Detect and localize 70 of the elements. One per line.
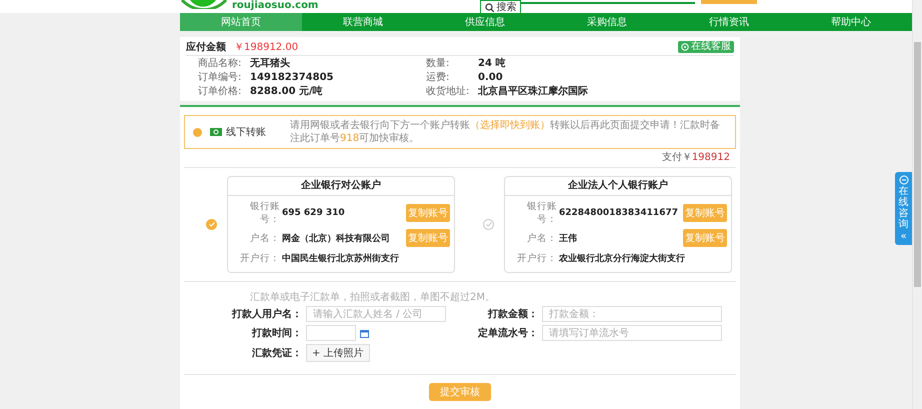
account-value: 王伟 [559,232,578,244]
date-field[interactable] [306,325,356,341]
account-value: 中国民生银行北京苏州街支行 [282,252,400,265]
chat-icon [681,43,689,51]
account-value: 6228480018383411677 [559,208,679,218]
account-value: 695 629 310 [282,208,346,218]
check-icon [484,221,492,228]
copy-button[interactable]: 复制账号 [406,204,450,222]
nav-item[interactable]: 行情资讯 [668,13,790,31]
account-title: 企业银行对公账户 [228,177,454,196]
nav-item[interactable]: 帮助中心 [790,13,912,31]
field-label: 商品名称: [198,57,242,70]
form-label: 打款时间： [250,326,302,340]
account-label: 户名： [249,232,280,244]
radio-checked[interactable] [206,219,217,230]
transfer-icon [210,128,222,136]
amount-label: 应付金额 [186,40,226,54]
online-service-button[interactable]: 在线客服 [678,41,734,53]
field-label: 订单编号: [198,71,242,84]
field-value: 北京昌平区珠江摩尔国际 [478,85,588,98]
upload-button[interactable]: + 上传照片 [306,344,370,362]
logo-text: roujiaosuo.com [232,0,318,12]
copy-button[interactable]: 复制账号 [683,229,727,247]
scrollbar-thumb[interactable] [914,42,921,287]
chat-icon [898,175,908,185]
nav-item[interactable]: 采购信息 [546,13,668,31]
field-value: 0.00 [478,71,503,84]
field-value: 24 吨 [478,57,506,70]
logo-icon [180,0,228,9]
nav-item[interactable]: 网站首页 [180,13,302,31]
account-label: 开户行： [239,252,280,265]
radio-dot[interactable] [193,128,202,136]
check-icon [208,221,216,228]
nav-item[interactable]: 联营商城 [302,13,424,31]
submit-button[interactable]: 提交审核 [429,383,491,401]
radio-unchecked[interactable] [483,219,494,230]
account-value: 网金（北京）科技有限公司 [282,232,391,244]
field-value: 无耳猪头 [250,57,290,70]
field-label: 数量: [426,57,450,70]
account-label: 开户行： [516,252,557,265]
input-field[interactable]: 请填写订单流水号 [542,325,722,341]
form-label: 汇款凭证： [251,346,302,360]
form-label: 定单流水号： [476,326,538,340]
field-value: 149182374805 [250,71,334,84]
copy-button[interactable]: 复制账号 [406,229,450,247]
account-label: 银行账号： [249,200,280,226]
account-value: 农业银行北京分行海淀大街支行 [559,252,686,265]
copy-button[interactable]: 复制账号 [683,204,727,222]
field-label: 收货地址: [426,85,470,98]
form-label: 打款人用户名： [230,307,302,321]
account-title: 企业法人个人银行账户 [505,177,731,196]
pay-total: 支付￥198912 [660,150,731,165]
form-label: 打款金额： [486,307,538,321]
account-label: 户名： [526,232,557,244]
account-label: 银行账号： [526,200,557,226]
amount-value: ￥198912.00 [234,41,298,54]
field-label: 运费: [426,71,450,84]
search-button[interactable] [701,0,758,4]
field-value: 8288.00 元/吨 [250,85,323,98]
input-field[interactable]: 请输入汇款人姓名 / 公司 [306,306,446,322]
search-icon [485,2,494,12]
transfer-notice: 请用网银或者去银行向下方一个账户转账（选择即快到账）转账以后再此页面提交申请！汇款时备注此订单号918可加快审核。 [290,119,721,145]
input-field[interactable]: 打款金额： [542,306,722,322]
field-label: 订单价格: [198,85,242,98]
nav-item[interactable]: 供应信息 [424,13,546,31]
search-field[interactable] [521,0,696,4]
method-label: 线下转账 [226,126,266,139]
upload-hint: 汇款单或电子汇款单，拍照或者截图，单图不超过2M。 [249,290,496,305]
search-tab[interactable]: 搜索 [480,0,522,13]
calendar-icon[interactable] [360,328,369,338]
